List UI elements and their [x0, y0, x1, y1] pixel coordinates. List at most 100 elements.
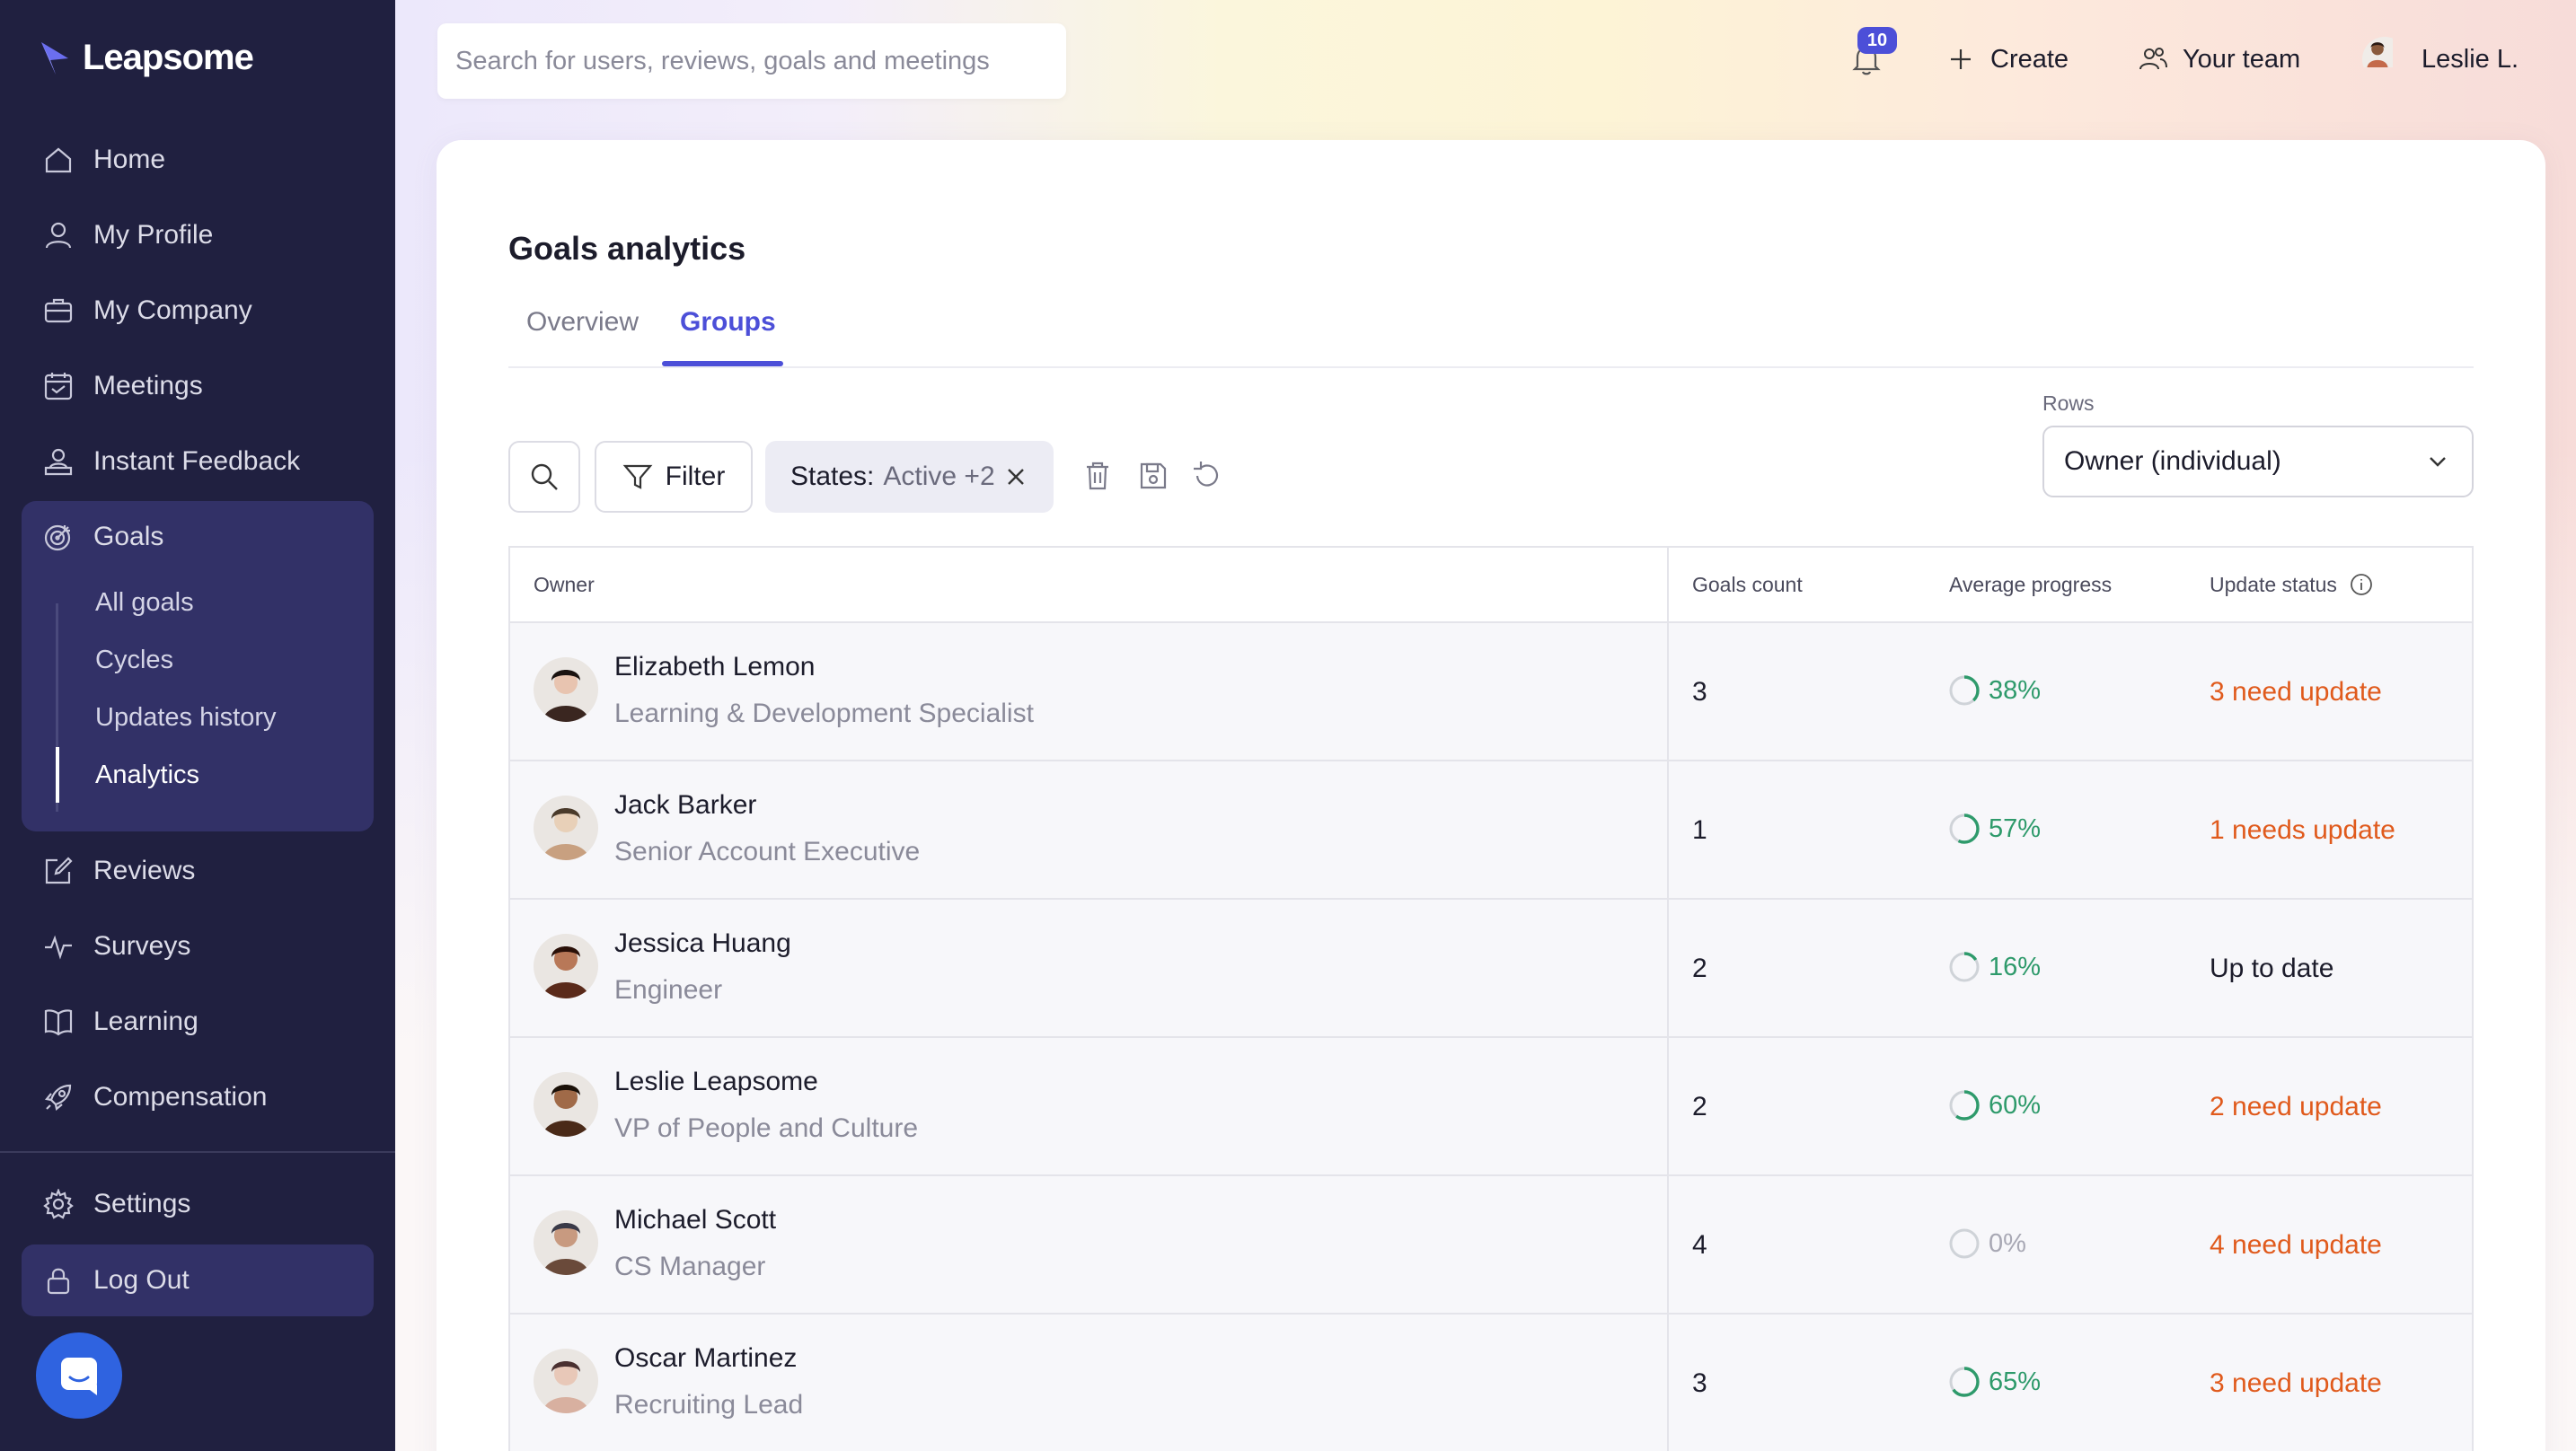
sidebar-item-goals[interactable]: Goals	[22, 506, 374, 568]
owner-role: Senior Account Executive	[614, 837, 921, 866]
sidebar-item-label: Settings	[93, 1189, 191, 1218]
rows-select[interactable]: Owner (individual)	[2042, 426, 2474, 497]
team-icon	[2139, 48, 2167, 70]
owner-name[interactable]: Jessica Huang	[614, 928, 791, 959]
sidebar-item-log-out[interactable]: Log Out	[22, 1244, 374, 1316]
table-row[interactable]: Jessica Huang Engineer 2 16% Up to date	[510, 898, 2472, 1036]
average-progress: 60%	[1947, 1088, 2041, 1122]
column-header-owner[interactable]: Owner	[534, 548, 595, 621]
column-header-update-status[interactable]: Update status	[2210, 548, 2373, 621]
owner-role: Recruiting Lead	[614, 1390, 804, 1420]
progress-value: 0%	[1989, 1228, 2026, 1258]
chat-support-button[interactable]	[36, 1332, 122, 1419]
brand-logo[interactable]: Leapsome	[38, 38, 254, 78]
global-search-input[interactable]	[455, 46, 1066, 76]
sidebar-item-label: Surveys	[93, 931, 191, 961]
update-status[interactable]: 1 needs update	[2210, 815, 2395, 846]
average-progress: 38%	[1947, 673, 2041, 708]
sidebar-divider	[0, 1151, 395, 1153]
goals-count: 4	[1692, 1230, 1707, 1260]
table-row[interactable]: Elizabeth Lemon Learning & Development Sp…	[510, 621, 2472, 760]
owner-name[interactable]: Jack Barker	[614, 790, 756, 821]
global-search[interactable]	[437, 23, 1066, 99]
info-icon[interactable]	[2350, 573, 2373, 596]
lock-icon	[47, 1268, 70, 1295]
create-button[interactable]: Create	[1945, 36, 2069, 83]
save-icon[interactable]	[1135, 458, 1171, 494]
owner-name[interactable]: Leslie Leapsome	[614, 1067, 818, 1097]
owner-name[interactable]: Elizabeth Lemon	[614, 652, 815, 682]
goals-count: 3	[1692, 1368, 1707, 1398]
target-icon	[44, 524, 71, 551]
chat-icon	[61, 1358, 97, 1395]
update-status[interactable]: 3 need update	[2210, 1368, 2382, 1399]
trash-icon[interactable]	[1080, 458, 1116, 494]
states-filter-chip[interactable]: States: Active +2	[765, 441, 1054, 513]
submenu-active-indicator	[56, 747, 59, 803]
sidebar-item-label: Log Out	[93, 1265, 190, 1295]
reset-icon[interactable]	[1189, 458, 1225, 494]
owner-role: Learning & Development Specialist	[614, 699, 1034, 728]
create-label: Create	[1990, 44, 2069, 74]
progress-value: 38%	[1989, 675, 2042, 705]
avatar	[534, 934, 598, 998]
sidebar-item-home[interactable]: Home	[22, 128, 374, 191]
sidebar-item-surveys[interactable]: Surveys	[22, 915, 374, 978]
active-tab-indicator	[662, 361, 783, 366]
sidebar-subitem-updates-history[interactable]: Updates history	[95, 699, 277, 735]
filter-button[interactable]: Filter	[595, 441, 753, 513]
sidebar-subitem-cycles[interactable]: Cycles	[95, 642, 173, 678]
owner-name[interactable]: Michael Scott	[614, 1205, 776, 1236]
sidebar-item-my-profile[interactable]: My Profile	[22, 204, 374, 267]
rows-label: Rows	[2042, 391, 2095, 415]
user-avatar	[2362, 37, 2407, 82]
rows-select-value: Owner (individual)	[2064, 446, 2281, 476]
table-row[interactable]: Michael Scott CS Manager 4 0% 4 need update	[510, 1174, 2472, 1313]
close-icon[interactable]	[1004, 465, 1028, 488]
update-status[interactable]: 4 need update	[2210, 1230, 2382, 1261]
analytics-table: Owner Goals count Average progress Updat…	[508, 546, 2474, 1451]
chip-value: Active +2	[883, 462, 995, 491]
tab-groups[interactable]: Groups	[680, 307, 776, 338]
sidebar-item-reviews[interactable]: Reviews	[22, 840, 374, 902]
avatar	[534, 1349, 598, 1413]
sidebar-item-compensation[interactable]: Compensation	[22, 1066, 374, 1129]
table-row[interactable]: Jack Barker Senior Account Executive 1 57% 1…	[510, 760, 2472, 898]
update-status[interactable]: 3 need update	[2210, 677, 2382, 708]
briefcase-icon	[44, 298, 73, 323]
user-icon	[45, 222, 72, 249]
pulse-icon	[45, 935, 72, 960]
user-menu[interactable]: Leslie L.	[2362, 36, 2519, 83]
table-row[interactable]: Oscar Martinez Recruiting Lead 3 65% 3 need …	[510, 1313, 2472, 1451]
sidebar-item-label: My Profile	[93, 220, 214, 250]
column-header-goals-count[interactable]: Goals count	[1692, 548, 1803, 621]
sidebar-item-my-company[interactable]: My Company	[22, 279, 374, 342]
chevron-down-icon	[2430, 457, 2446, 467]
progress-value: 60%	[1989, 1090, 2042, 1120]
sidebar-item-learning[interactable]: Learning	[22, 990, 374, 1053]
progress-value: 16%	[1989, 952, 2042, 981]
your-team-button[interactable]: Your team	[2138, 36, 2300, 83]
sidebar-subitem-analytics[interactable]: Analytics	[95, 757, 199, 793]
goals-count: 3	[1692, 677, 1707, 707]
column-header-average-progress[interactable]: Average progress	[1949, 548, 2112, 621]
update-status[interactable]: 2 need update	[2210, 1092, 2382, 1122]
filter-icon	[622, 464, 653, 489]
sidebar-item-label: Compensation	[93, 1082, 268, 1112]
tabs-divider	[508, 366, 2474, 368]
sidebar-item-settings[interactable]: Settings	[22, 1173, 374, 1236]
avatar	[534, 657, 598, 722]
owner-name[interactable]: Oscar Martinez	[614, 1343, 797, 1374]
calendar-icon	[44, 373, 73, 400]
sidebar-subitem-all-goals[interactable]: All goals	[95, 585, 194, 620]
column-separator	[1667, 548, 1669, 1451]
average-progress: 57%	[1947, 812, 2041, 846]
table-row[interactable]: Leslie Leapsome VP of People and Culture 2…	[510, 1036, 2472, 1174]
sidebar-item-instant-feedback[interactable]: Instant Feedback	[22, 430, 374, 493]
sidebar-item-meetings[interactable]: Meetings	[22, 355, 374, 418]
tab-overview[interactable]: Overview	[526, 307, 639, 338]
progress-value: 57%	[1989, 813, 2042, 843]
avatar	[534, 796, 598, 860]
table-search-button[interactable]	[508, 441, 580, 513]
notification-badge: 10	[1857, 27, 1897, 54]
